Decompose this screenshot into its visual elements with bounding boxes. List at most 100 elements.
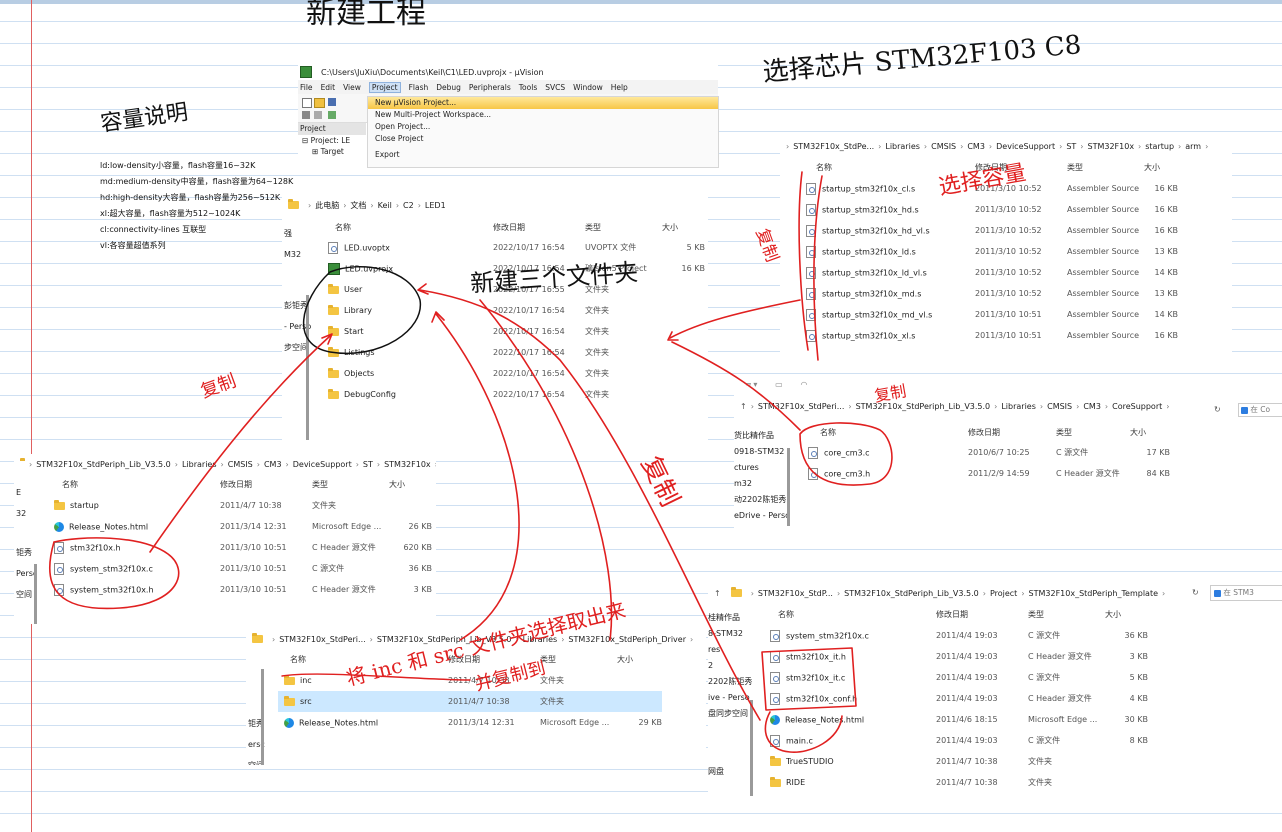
col-size[interactable]: 大小 [1105,609,1121,620]
file-row[interactable]: Library 2022/10/17 16:54 文件夹 [322,300,708,321]
crumb-item[interactable]: STM32F10x_StdPeri... [279,635,365,644]
col-size[interactable]: 大小 [662,222,678,233]
tree-target[interactable]: Target [321,147,344,156]
crumb-item[interactable]: CoreSupport [1112,402,1162,411]
menu-svcs[interactable]: SVCS [545,83,565,92]
nav-scrollbar[interactable] [34,564,37,624]
menu-close-project[interactable]: Close Project [368,133,718,145]
crumb-item[interactable]: STM32F10x [384,460,431,469]
file-row[interactable]: Objects 2022/10/17 16:54 文件夹 [322,363,708,384]
nav-item[interactable]: eDrive - Persc [734,508,790,524]
crumb-item[interactable]: startup [1145,142,1174,151]
crumb-item[interactable]: 此电脑 [315,200,339,211]
nav-item[interactable]: 网盘 [708,764,752,780]
nav-item[interactable]: 0918-STM32 [734,444,790,460]
file-row[interactable]: inc 2011/4/7 10:38 文件夹 [278,670,662,691]
file-row[interactable]: stm32f10x.h 2011/3/10 10:51 C Header 源文件 62… [48,537,436,558]
col-name[interactable]: 名称 [335,222,351,233]
nav-item[interactable]: 钜秀 [16,542,37,563]
crumb-item[interactable]: CMSIS [931,142,956,151]
menu-new-multi-project[interactable]: New Multi-Project Workspace... [368,109,718,121]
col-name[interactable]: 名称 [778,609,794,620]
nav-item[interactable]: 32 [16,503,37,524]
col-type[interactable]: 类型 [1028,609,1044,620]
menu-open-project[interactable]: Open Project... [368,121,718,133]
col-name[interactable]: 名称 [820,427,836,438]
col-type[interactable]: 类型 [1067,162,1083,173]
file-row[interactable]: startup_stm32f10x_ld_vl.s 2011/3/10 10:52… [800,262,1232,283]
menu-tools[interactable]: Tools [519,83,537,92]
menu-file[interactable]: File [300,83,313,92]
search-box[interactable]: 在 STM3 [1210,585,1282,601]
search-box[interactable]: 在 Co [1238,403,1282,417]
crumb-item[interactable]: STM32F10x_StdPeri... [758,402,844,411]
nav-item[interactable]: 2 [708,658,752,674]
crumb-item[interactable]: Libraries [182,460,217,469]
crumb-item[interactable]: arm [1185,142,1201,151]
toolbar-save-icon[interactable] [328,98,336,106]
crumb-item[interactable]: Keil [378,201,392,210]
crumb-item[interactable]: STM32F10x [1087,142,1134,151]
col-size[interactable]: 大小 [1144,162,1160,173]
file-row[interactable]: startup_stm32f10x_ld.s 2011/3/10 10:52 Ass… [800,241,1232,262]
nav-item[interactable]: m32 [734,476,790,492]
file-row[interactable]: Start 2022/10/17 16:54 文件夹 [322,321,708,342]
file-row[interactable]: TrueSTUDIO 2011/4/7 10:38 文件夹 [764,751,1152,772]
file-row[interactable]: startup_stm32f10x_hd.s 2011/3/10 10:52 Ass… [800,199,1232,220]
file-row[interactable]: system_stm32f10x.h 2011/3/10 10:51 C Heade… [48,579,436,600]
nav-item[interactable]: 2202陈钜秀 [708,674,752,690]
file-row[interactable]: Release_Notes.html 2011/3/14 12:31 Microso… [278,712,662,733]
crumb-item[interactable]: LED1 [425,201,446,210]
crumb-item[interactable]: CMSIS [228,460,253,469]
refresh-icon[interactable]: ↻ [1192,588,1199,597]
menu-project[interactable]: Project [368,81,401,93]
file-row[interactable]: stm32f10x_conf.h 2011/4/4 19:03 C Header 源… [764,688,1152,709]
file-row[interactable]: startup_stm32f10x_hd_vl.s 2011/3/10 10:52… [800,220,1232,241]
nav-item[interactable]: 8-STM32 [708,626,752,642]
back-icon[interactable]: ↑ [714,589,721,598]
back-icon[interactable]: ↑ [740,402,747,411]
menu-new-uvision-project[interactable]: New µVision Project... [368,97,718,109]
col-name[interactable]: 名称 [62,479,78,490]
nav-scrollbar[interactable] [306,295,309,440]
col-size[interactable]: 大小 [389,479,405,490]
nav-scrollbar[interactable] [750,700,753,796]
col-type[interactable]: 类型 [585,222,601,233]
crumb-item[interactable]: STM32F10x_StdPeriph_Driver [568,635,686,644]
file-row[interactable]: src 2011/4/7 10:38 文件夹 [278,691,662,712]
crumb-item[interactable]: DeviceSupport [293,460,352,469]
col-name[interactable]: 名称 [816,162,832,173]
file-row[interactable]: stm32f10x_it.h 2011/4/4 19:03 C Header 源文件… [764,646,1152,667]
nav-scrollbar[interactable] [787,448,790,526]
crumb-item[interactable]: CM3 [967,142,985,151]
file-row[interactable]: startup_stm32f10x_md_vl.s 2011/3/10 10:51… [800,304,1232,325]
nav-item[interactable]: ctures [734,460,790,476]
menu-debug[interactable]: Debug [436,83,461,92]
menu-flash[interactable]: Flash [409,83,429,92]
menu-edit[interactable]: Edit [321,83,336,92]
crumb-item[interactable]: STM32F10x_StdP... [758,589,833,598]
file-row[interactable]: system_stm32f10x.c 2011/4/4 19:03 C 源文件 36 … [764,625,1152,646]
tree-expand-icon[interactable]: ⊟ [302,136,311,145]
file-row[interactable]: LED.uvoptx 2022/10/17 16:54 UVOPTX 文件 5 KB [322,237,708,258]
crumb-item[interactable]: STM32F10x_StdPeriph_Lib_V3.5.0 [844,589,979,598]
project-tab[interactable]: Project [298,123,366,135]
crumb-item[interactable]: CM3 [1083,402,1101,411]
nav-item[interactable]: 动2202陈钜秀 [734,492,790,508]
crumb-item[interactable]: Project [990,589,1017,598]
file-row[interactable]: Release_Notes.html 2011/3/14 12:31 Microso… [48,516,436,537]
file-row[interactable]: startup_stm32f10x_md.s 2011/3/10 10:52 Ass… [800,283,1232,304]
nav-item[interactable]: 货比精作品 [734,428,790,444]
file-row[interactable]: main.c 2011/4/4 19:03 C 源文件 8 KB [764,730,1152,751]
nav-item[interactable]: 盘同步空间 [708,706,752,722]
menu-export[interactable]: Export [368,149,718,161]
refresh-icon[interactable]: ↻ [1214,405,1221,414]
file-row[interactable]: Listings 2022/10/17 16:54 文件夹 [322,342,708,363]
nav-item[interactable]: ive - Perso [708,690,752,706]
file-row[interactable]: startup 2011/4/7 10:38 文件夹 [48,495,436,516]
col-size[interactable]: 大小 [617,654,633,665]
col-size[interactable]: 大小 [1130,427,1146,438]
file-row[interactable]: core_cm3.c 2010/6/7 10:25 C 源文件 17 KB [802,442,1282,463]
crumb-item[interactable]: 文档 [350,200,366,211]
file-row[interactable]: stm32f10x_it.c 2011/4/4 19:03 C 源文件 5 KB [764,667,1152,688]
